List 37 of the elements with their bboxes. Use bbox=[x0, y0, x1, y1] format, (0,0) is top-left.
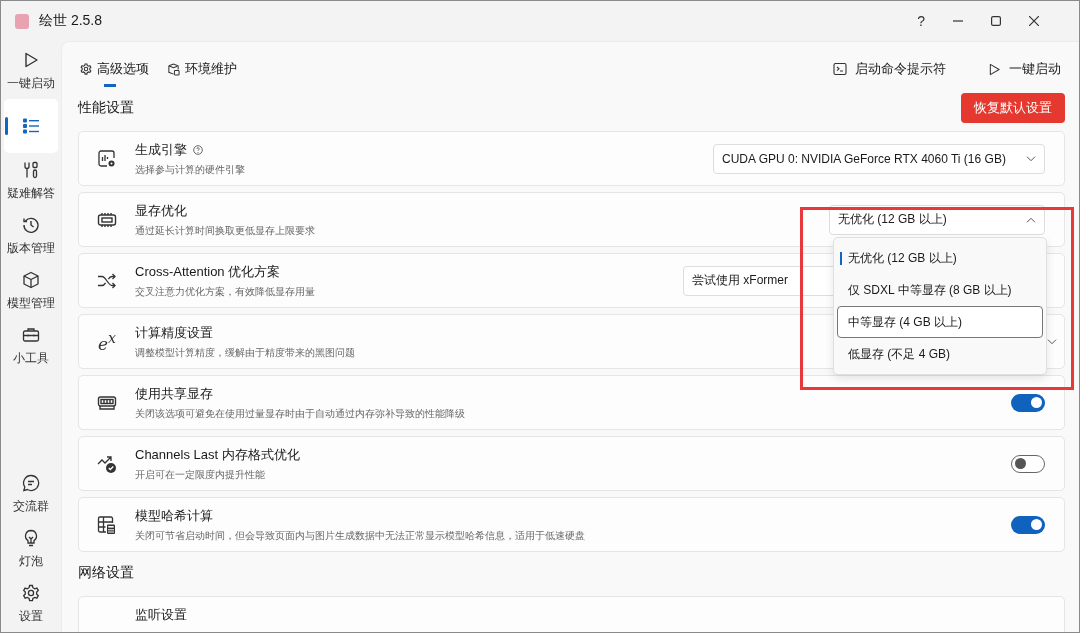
sidebar-item[interactable]: 版本管理 bbox=[4, 209, 58, 263]
section-title: 性能设置 bbox=[78, 99, 134, 117]
setting-description: 关闭可节省启动时间，但会导致页面内与图片生成数据中无法正常显示模型哈希信息，适用于低速硬盘 bbox=[135, 528, 585, 543]
reset-button[interactable]: 恢复默认设置 bbox=[961, 93, 1065, 123]
setting-title: 模型哈希计算 bbox=[135, 506, 213, 525]
dropdown-select[interactable]: 无优化 (12 GB 以上) bbox=[829, 204, 1045, 235]
dropdown-option[interactable]: 低显存 (不足 4 GB) bbox=[837, 338, 1043, 370]
setting-title: 计算精度设置 bbox=[135, 323, 213, 342]
sidebar-item[interactable]: 一键启动 bbox=[4, 44, 58, 98]
tab[interactable]: 环境维护 bbox=[165, 57, 239, 87]
setting-description: 调整模型计算精度，缓解由于精度带来的黑图问题 bbox=[135, 345, 355, 360]
window-title: 绘世 2.5.8 bbox=[39, 12, 103, 30]
sidebar-item[interactable]: 模型管理 bbox=[4, 264, 58, 318]
sidebar-item[interactable]: 小工具 bbox=[4, 319, 58, 373]
setting-title: Cross-Attention 优化方案 bbox=[135, 262, 281, 281]
setting-description: 选择参与计算的硬件引擎 bbox=[135, 162, 245, 177]
setting-description: 开启可在一定限度内提升性能 bbox=[135, 467, 265, 482]
setting-title: 使用共享显存 bbox=[135, 384, 213, 403]
sidebar-item[interactable]: 交流群 bbox=[4, 467, 58, 521]
sidebar-item[interactable]: 灯泡 bbox=[4, 522, 58, 576]
dropdown-option[interactable]: 仅 SDXL 中等显存 (8 GB 以上) bbox=[837, 274, 1043, 306]
setting-description: 交叉注意力优化方案，有效降低显存用量 bbox=[135, 284, 315, 299]
setting-title: 显存优化 bbox=[135, 201, 187, 220]
help-button[interactable]: ? bbox=[917, 13, 925, 29]
setting-title: 监听设置 bbox=[135, 606, 187, 624]
action-button[interactable]: 启动命令提示符 bbox=[829, 60, 950, 78]
section-title: 网络设置 bbox=[78, 564, 134, 582]
exponent-icon: e$^{x}$ bbox=[97, 329, 116, 354]
setting-title: Channels Last 内存格式优化 bbox=[135, 445, 300, 464]
sidebar-item[interactable]: 疑难解答 bbox=[4, 154, 58, 208]
setting-description: 关闭该选项可避免在使用过量显存时由于自动通过内存弥补导致的性能降级 bbox=[135, 406, 465, 421]
action-button[interactable]: 一键启动 bbox=[984, 60, 1065, 78]
setting-description: 通过延长计算时间换取更低显存上限要求 bbox=[135, 223, 315, 238]
dropdown-option[interactable]: 中等显存 (4 GB 以上) bbox=[837, 306, 1043, 338]
sidebar-item[interactable]: 设置 bbox=[4, 577, 58, 631]
dropdown-select[interactable]: CUDA GPU 0: NVIDIA GeForce RTX 4060 Ti (16 GB) bbox=[713, 143, 1045, 174]
setting-title: 生成引擎 bbox=[135, 140, 187, 159]
